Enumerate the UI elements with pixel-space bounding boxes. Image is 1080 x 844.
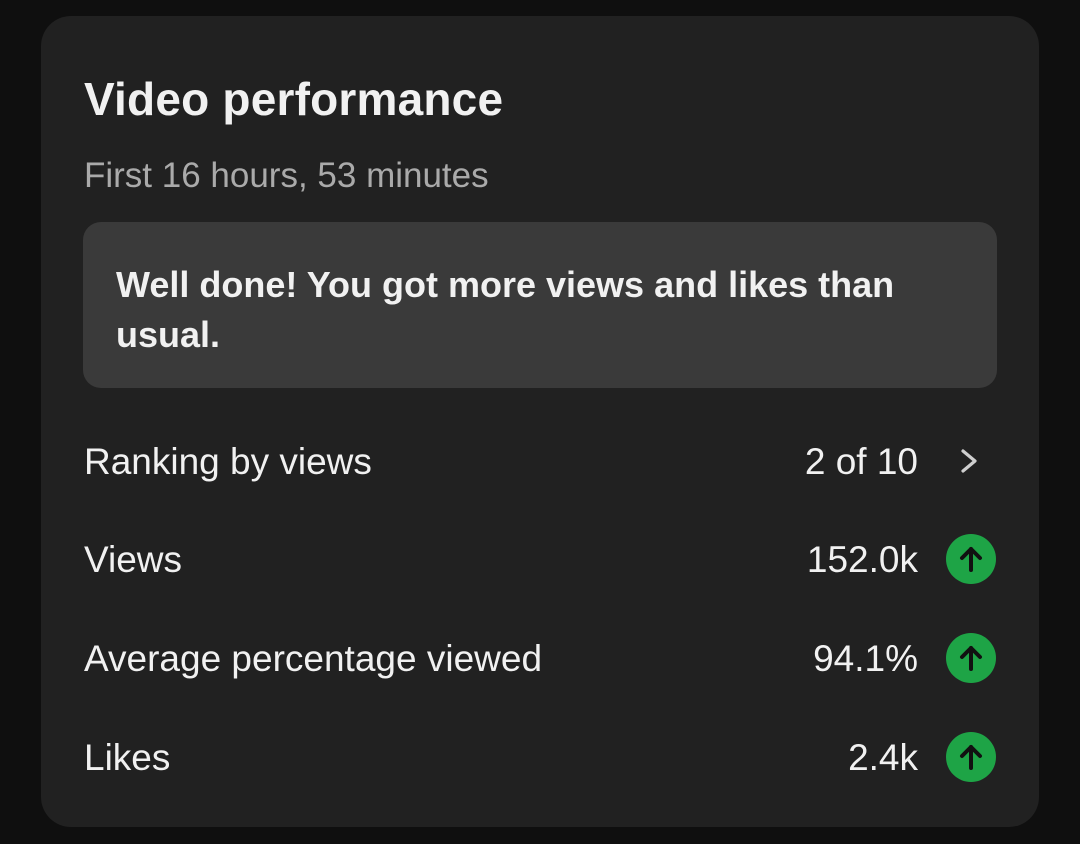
avg-percentage-row: Average percentage viewed 94.1%	[84, 628, 1004, 688]
likes-row: Likes 2.4k	[84, 727, 1004, 787]
card-title: Video performance	[84, 73, 504, 125]
likes-label: Likes	[84, 737, 171, 778]
views-row: Views 152.0k	[84, 529, 1004, 589]
views-label: Views	[84, 539, 183, 580]
performance-banner: Well done! You got more views and likes …	[83, 222, 997, 388]
ranking-value: 2 of 10	[804, 441, 918, 482]
avg-percentage-label: Average percentage viewed	[84, 638, 543, 679]
likes-value: 2.4k	[848, 737, 918, 778]
arrow-up-icon	[946, 633, 996, 683]
card-subtitle: First 16 hours, 53 minutes	[84, 156, 489, 195]
arrow-up-icon	[946, 732, 996, 782]
views-value: 152.0k	[806, 539, 918, 580]
banner-text: Well done! You got more views and likes …	[116, 264, 895, 355]
arrow-up-icon	[946, 534, 996, 584]
ranking-row[interactable]: Ranking by views 2 of 10	[84, 431, 1004, 491]
ranking-label: Ranking by views	[84, 441, 372, 482]
chevron-right-icon[interactable]	[950, 437, 990, 485]
avg-percentage-value: 94.1%	[813, 638, 918, 679]
video-performance-card: Video performance First 16 hours, 53 min…	[41, 16, 1039, 827]
